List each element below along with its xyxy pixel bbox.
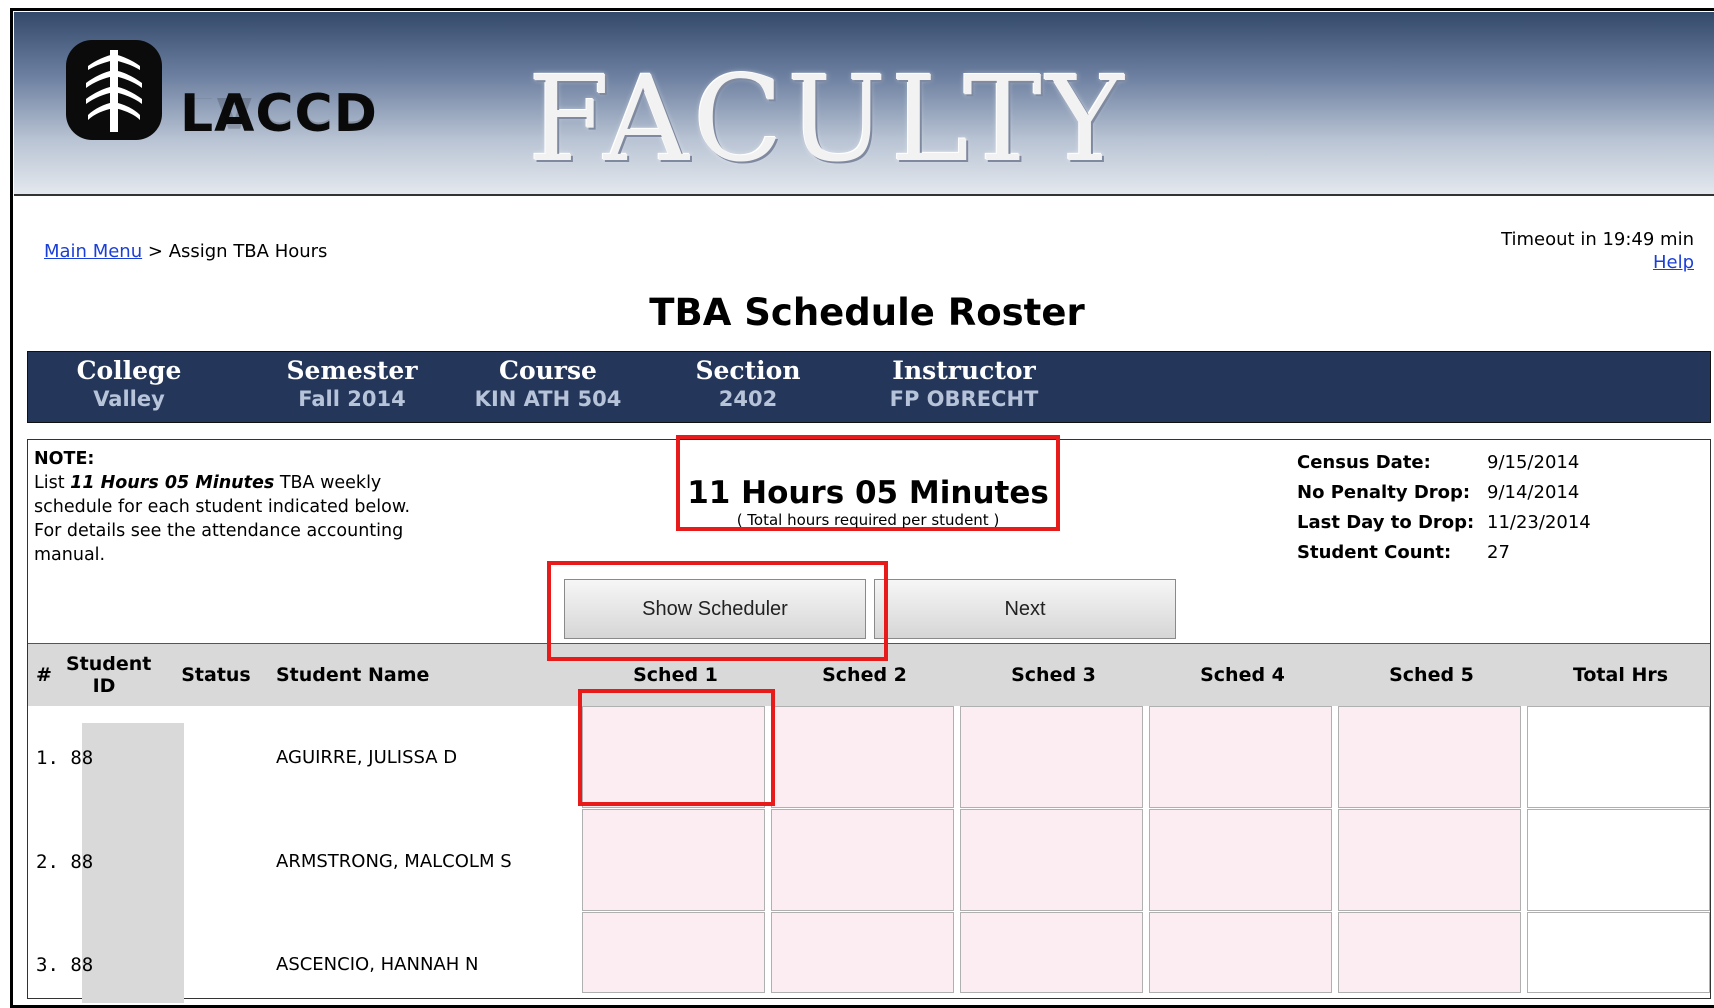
info-section: Section 2402: [668, 356, 828, 411]
col-sched-2: Sched 2: [822, 664, 907, 686]
section-value: 2402: [718, 387, 778, 411]
census-date-row: Census Date: 9/15/2014: [1297, 452, 1580, 473]
show-scheduler-button[interactable]: Show Scheduler: [564, 579, 866, 639]
sched-4-cell[interactable]: [1149, 912, 1332, 993]
last-day-drop-row: Last Day to Drop: 11/23/2014: [1297, 512, 1591, 533]
course-label: Course: [499, 356, 597, 385]
note-hours: 11 Hours 05 Minutes: [70, 473, 275, 493]
required-hours-value: 11 Hours 05 Minutes: [687, 475, 1049, 511]
info-college: College Valley: [52, 356, 206, 411]
help-link[interactable]: Help: [1653, 252, 1694, 273]
student-name: ASCENCIO, HANNAH N: [276, 954, 479, 975]
col-sched-3: Sched 3: [1011, 664, 1096, 686]
course-info-bar: College Valley Semester Fall 2014 Course…: [27, 351, 1711, 423]
total-hrs-cell: [1527, 809, 1710, 911]
instructor-value: FP OBRECHT: [889, 387, 1039, 411]
sched-5-cell[interactable]: [1338, 912, 1521, 993]
col-student-id: Student ID: [66, 653, 152, 697]
total-hrs-cell: [1527, 912, 1710, 993]
col-total-hrs: Total Hrs: [1572, 664, 1669, 686]
sched-1-cell[interactable]: [582, 706, 765, 808]
student-name: ARMSTRONG, MALCOLM S: [276, 851, 512, 872]
info-course: Course KIN ATH 504: [448, 356, 648, 411]
sched-2-cell[interactable]: [771, 706, 954, 808]
sched-5-cell[interactable]: [1338, 706, 1521, 808]
banner-title: FACULTY: [528, 50, 1128, 188]
note-heading: NOTE:: [34, 449, 95, 469]
sched-3-cell[interactable]: [960, 809, 1143, 911]
sched-5-cell[interactable]: [1338, 809, 1521, 911]
student-id-redaction: [82, 723, 184, 1003]
page-title: TBA Schedule Roster: [649, 291, 1085, 334]
col-student-name: Student Name: [276, 664, 430, 686]
sched-3-cell[interactable]: [960, 912, 1143, 993]
sched-1-cell[interactable]: [582, 912, 765, 993]
no-penalty-drop-row: No Penalty Drop: 9/14/2014: [1297, 482, 1580, 503]
header-banner: LACCD LACCD FACULTY: [14, 12, 1714, 196]
col-sched-5: Sched 5: [1389, 664, 1474, 686]
col-num: #: [36, 664, 52, 686]
note-prefix: List: [34, 473, 71, 493]
sched-1-cell[interactable]: [582, 809, 765, 911]
breadcrumb-current: Assign TBA Hours: [168, 241, 328, 262]
required-hours-caption: ( Total hours required per student ): [736, 511, 1000, 529]
row-number: 2. 88: [36, 851, 94, 873]
sched-4-cell[interactable]: [1149, 809, 1332, 911]
row-number: 3. 88: [36, 954, 94, 976]
info-semester: Semester Fall 2014: [258, 356, 446, 411]
row-number: 1. 88: [36, 747, 94, 769]
course-value: KIN ATH 504: [474, 387, 622, 411]
col-status: Status: [181, 664, 251, 686]
sched-2-cell[interactable]: [771, 809, 954, 911]
timeout-text: Timeout in 19:49 min: [1501, 229, 1694, 250]
instructor-label: Instructor: [892, 356, 1036, 385]
student-name: AGUIRRE, JULISSA D: [276, 747, 458, 768]
note-text: NOTE: List 11 Hours 05 Minutes TBA weekl…: [34, 447, 434, 567]
main-menu-link[interactable]: Main Menu: [44, 241, 142, 262]
total-hrs-cell: [1527, 706, 1710, 808]
col-sched-4: Sched 4: [1200, 664, 1285, 686]
laccd-logo-icon: [66, 40, 162, 140]
student-count-row: Student Count: 27: [1297, 542, 1510, 563]
next-button[interactable]: Next: [874, 579, 1176, 639]
college-value: Valley: [93, 387, 165, 411]
semester-label: Semester: [286, 356, 418, 385]
sched-3-cell[interactable]: [960, 706, 1143, 808]
laccd-logo-reflection: LACCD: [180, 98, 378, 138]
key-dates: Census Date: 9/15/2014 No Penalty Drop: 9/…: [1297, 448, 1591, 568]
breadcrumb: Main Menu > Assign TBA Hours: [44, 241, 327, 262]
college-label: College: [76, 356, 182, 385]
breadcrumb-separator: >: [147, 241, 163, 262]
table-header: # Student ID Status Student Name Sched 1…: [28, 643, 1710, 706]
semester-value: Fall 2014: [298, 387, 406, 411]
section-label: Section: [695, 356, 801, 385]
col-sched-1: Sched 1: [633, 664, 718, 686]
required-hours-box: 11 Hours 05 Minutes ( Total hours requir…: [676, 435, 1060, 531]
sched-2-cell[interactable]: [771, 912, 954, 993]
sched-4-cell[interactable]: [1149, 706, 1332, 808]
info-instructor: Instructor FP OBRECHT: [864, 356, 1064, 411]
session-timeout: Timeout in 19:49 min Help: [1501, 229, 1694, 273]
